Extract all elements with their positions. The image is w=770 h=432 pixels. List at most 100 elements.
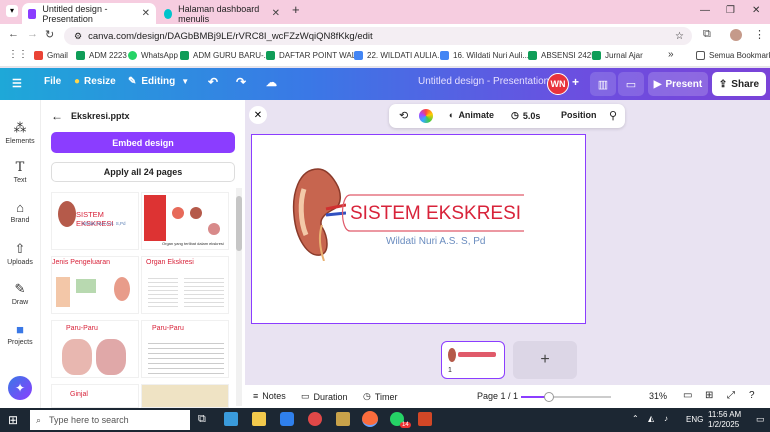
present-button[interactable]: ▶ Present <box>648 72 708 96</box>
embed-design-button[interactable]: Embed design <box>51 132 235 153</box>
url-field[interactable]: ⚙ canva.com/design/DAGbBMBj9LE/rVRC8I_wc… <box>64 27 692 45</box>
duration-toggle[interactable]: ▭ Duration <box>301 391 348 402</box>
page-view-icon[interactable]: ▭ <box>683 390 692 401</box>
close-panel-icon[interactable]: ✕ <box>249 106 267 124</box>
close-tab-icon[interactable]: ✕ <box>272 8 280 19</box>
page-strip-thumbnail[interactable]: 1 <box>441 341 505 379</box>
tab-halaman-dashboard[interactable]: Halaman dashboard menulis ✕ <box>158 3 286 24</box>
rail-item-text[interactable]: T Text <box>0 160 40 184</box>
close-window-icon[interactable]: ✕ <box>752 5 760 16</box>
bookmark-adm2223[interactable]: ADM 2223 <box>76 51 127 60</box>
file-explorer-icon[interactable] <box>252 412 266 426</box>
tab-search-icon[interactable]: ▾ <box>6 5 18 17</box>
paint-format-icon[interactable]: ⚲ <box>609 109 617 122</box>
add-page-button[interactable]: + <box>513 341 577 379</box>
chrome-icon[interactable] <box>308 412 322 426</box>
bookmark-wildati-16[interactable]: 16. Wildati Nuri Auli... <box>440 51 529 60</box>
page-thumbnail-5[interactable]: Paru-Paru <box>51 320 139 378</box>
rail-item-uploads[interactable]: ⇧ Uploads <box>0 241 40 266</box>
animate-button[interactable]: ◐ Animate <box>449 110 494 120</box>
restore-icon[interactable]: ❐ <box>726 5 735 16</box>
all-bookmarks[interactable]: Semua Bookmark <box>696 51 770 60</box>
duration-button[interactable]: ◷ 5.0s <box>511 110 540 121</box>
folder-icon[interactable] <box>336 412 350 426</box>
back-arrow-icon[interactable]: ← <box>51 109 63 123</box>
magic-assistant-icon[interactable]: ✦ <box>8 376 32 400</box>
windows-start-icon[interactable]: ⊞ <box>8 413 18 427</box>
page-thumbnail-6[interactable]: Paru-Paru <box>141 320 229 378</box>
file-menu[interactable]: File <box>44 76 61 87</box>
bookmark-whatsapp[interactable]: WhatsApp <box>128 51 178 60</box>
editing-mode-button[interactable]: ✎ Editing ▼ <box>128 76 189 87</box>
bookmark-gmail[interactable]: Gmail <box>34 51 68 60</box>
notifications-icon[interactable]: ▭ <box>756 414 765 425</box>
resize-button[interactable]: ● Resize <box>74 76 116 87</box>
user-avatar[interactable]: WN <box>547 73 569 95</box>
powerpoint-icon[interactable] <box>418 412 432 426</box>
share-button[interactable]: ⇪ Share <box>712 72 766 96</box>
add-collaborator-icon[interactable]: + <box>572 75 579 89</box>
scrollbar-thumb[interactable] <box>236 196 242 251</box>
bookmark-star-icon[interactable]: ☆ <box>675 31 684 42</box>
new-tab-icon[interactable]: + <box>292 2 300 17</box>
forward-icon[interactable]: → <box>27 28 38 40</box>
browser-menu-icon[interactable]: ⋮ <box>754 28 765 41</box>
clock-date[interactable]: 1/2/2025 <box>708 420 739 429</box>
position-button[interactable]: Position <box>561 110 597 120</box>
back-icon[interactable]: ← <box>8 28 19 40</box>
zoom-slider[interactable] <box>521 392 611 402</box>
slide-title[interactable]: SISTEM EKSKRESI <box>350 203 521 225</box>
page-thumbnail-4[interactable]: Organ Ekskresi <box>141 256 229 314</box>
timer-button[interactable]: ◷ Timer <box>363 391 398 402</box>
help-icon[interactable]: ? <box>749 390 755 401</box>
page-thumbnail-8[interactable] <box>141 384 229 408</box>
store-icon[interactable] <box>280 412 294 426</box>
rail-item-projects[interactable]: ■ Projects <box>0 322 40 346</box>
apps-grid-icon[interactable]: ⋮⋮ <box>8 49 28 60</box>
rail-item-draw[interactable]: ✎ Draw <box>0 281 40 306</box>
panel-scrollbar[interactable] <box>236 188 242 406</box>
page-thumbnail-3[interactable]: Jenis Pengeluaran <box>51 256 139 314</box>
clock-time[interactable]: 11:56 AM <box>708 410 741 419</box>
slide-subtitle[interactable]: Wildati Nuri A.S. S, Pd <box>386 236 485 247</box>
chrome-active-icon[interactable] <box>362 411 378 427</box>
slide-canvas[interactable]: SISTEM EKSKRESI Wildati Nuri A.S. S, Pd <box>251 134 586 324</box>
reload-icon[interactable]: ↻ <box>45 28 54 41</box>
bookmark-adm-guru[interactable]: ADM GURU BARU-... <box>180 51 270 60</box>
cloud-save-icon[interactable]: ☁ <box>266 76 277 89</box>
insights-chart-icon[interactable]: ▥ <box>590 72 616 96</box>
zoom-slider-knob[interactable] <box>544 392 554 402</box>
apply-all-pages-button[interactable]: Apply all 24 pages <box>51 162 235 182</box>
redo-icon[interactable]: ↷ <box>236 75 246 89</box>
page-thumbnail-2[interactable]: Organ yang terlibat dalam ekskresi <box>141 192 229 250</box>
volume-icon[interactable]: ♪ <box>664 414 668 423</box>
bookmark-absensi[interactable]: ABSENSI 2425 <box>528 51 596 60</box>
tray-chevron-icon[interactable]: ⌃ <box>632 414 639 423</box>
edge-icon[interactable] <box>224 412 238 426</box>
grid-view-icon[interactable]: ⊞ <box>705 390 713 401</box>
extensions-icon[interactable]: ⧉ <box>703 28 711 41</box>
minimize-icon[interactable]: — <box>700 5 710 16</box>
bookmark-wildati-22[interactable]: 22. WILDATI AULIA... <box>354 51 444 60</box>
page-thumbnail-1[interactable]: SISTEM EKSKRESI Wildati Nuri A.S. S,Pd <box>51 192 139 250</box>
close-tab-icon[interactable]: ✕ <box>142 8 150 19</box>
network-icon[interactable]: ◭ <box>648 414 654 423</box>
notes-button[interactable]: ≡ Notes <box>253 391 286 401</box>
hamburger-menu-icon[interactable]: ☰ <box>12 77 22 90</box>
color-picker-icon[interactable] <box>419 109 433 123</box>
rail-item-elements[interactable]: ⁂ Elements <box>0 120 40 145</box>
rail-item-brand[interactable]: ⌂ Brand <box>0 200 40 224</box>
profile-avatar[interactable] <box>730 29 742 41</box>
zoom-level[interactable]: 31% <box>649 391 667 401</box>
tab-untitled-design[interactable]: Untitled design - Presentation ✕ <box>22 3 156 24</box>
comments-icon[interactable]: ▭ <box>618 72 644 96</box>
task-view-icon[interactable]: ⧉ <box>198 413 206 426</box>
bookmark-daftar-point[interactable]: DAFTAR POINT WAL... <box>266 51 363 60</box>
fullscreen-icon[interactable]: ⤢ <box>727 390 735 401</box>
more-bookmarks-icon[interactable]: » <box>668 49 674 60</box>
site-info-icon[interactable]: ⚙ <box>74 31 82 42</box>
language-indicator[interactable]: ENG <box>686 415 703 424</box>
page-indicator[interactable]: Page 1 / 1 <box>477 391 518 401</box>
replace-icon[interactable]: ⟲ <box>399 109 408 122</box>
document-title[interactable]: Untitled design - Presentation <box>418 76 549 87</box>
